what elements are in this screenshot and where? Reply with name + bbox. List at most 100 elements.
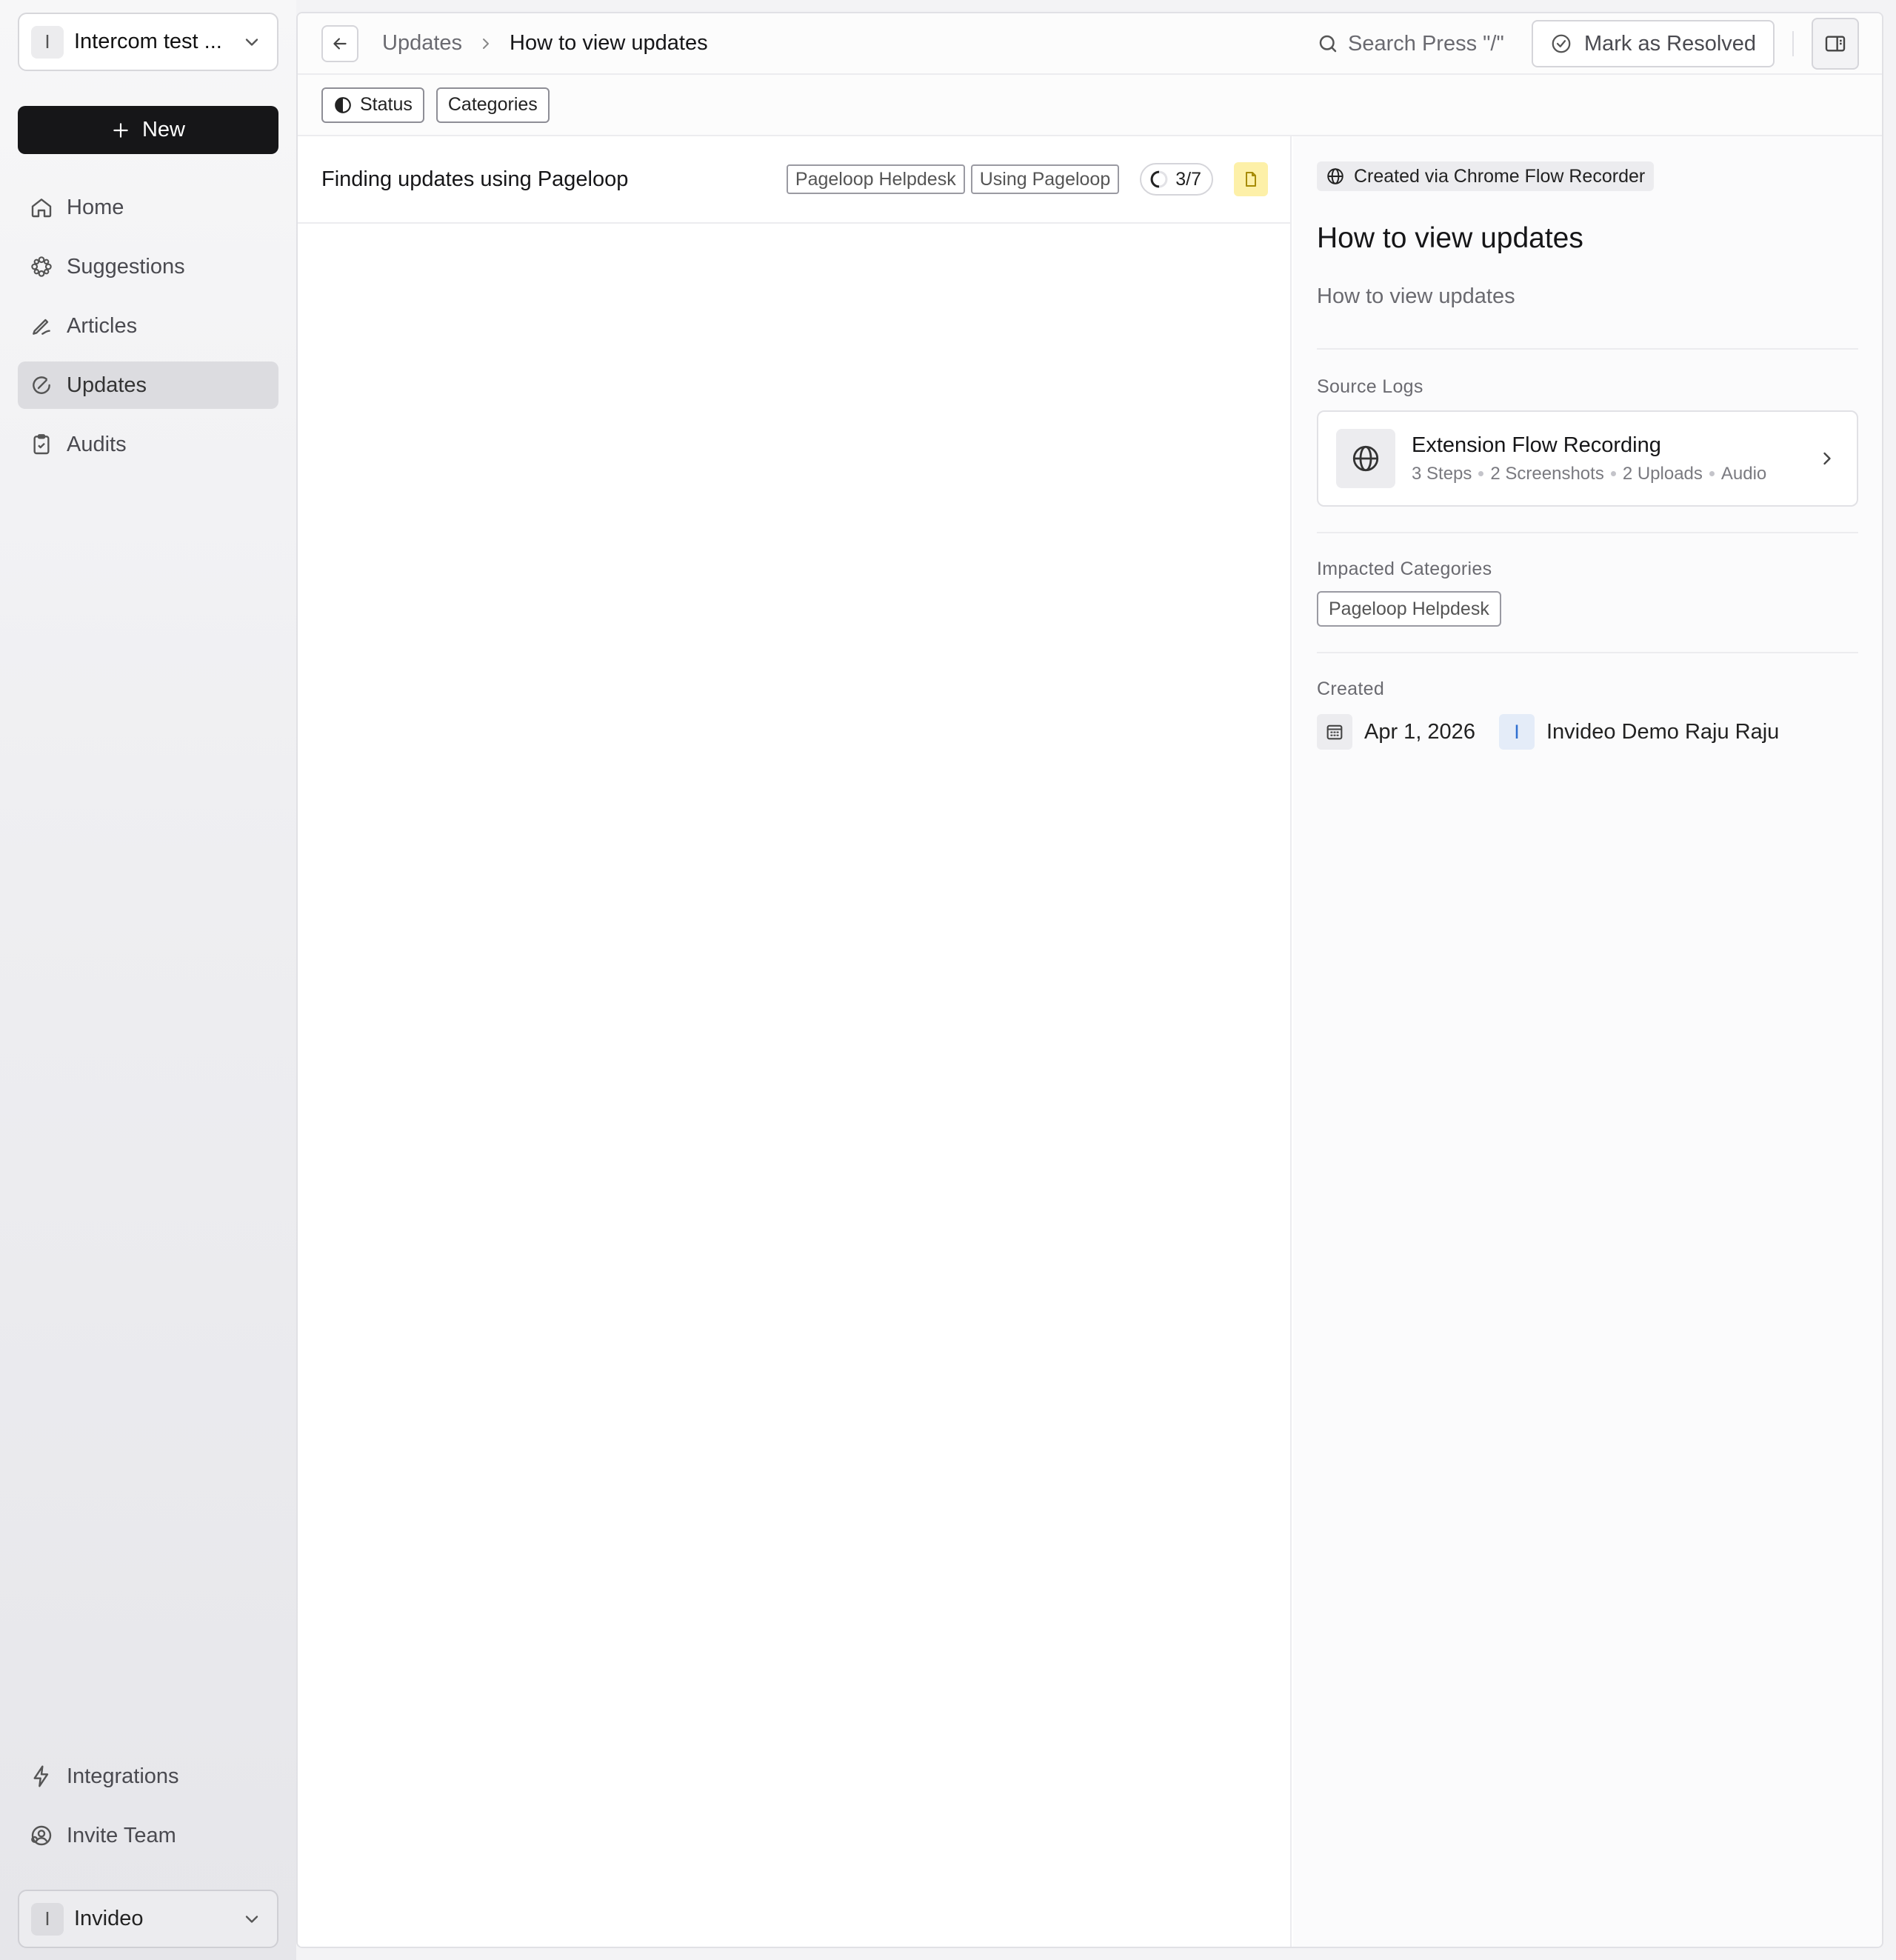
plus-icon bbox=[113, 122, 128, 138]
breadcrumb-current: How to view updates bbox=[510, 31, 708, 55]
status-filter-label: Status bbox=[360, 94, 413, 115]
chevron-right-icon bbox=[1823, 452, 1831, 465]
updates-icon bbox=[33, 376, 50, 394]
new-button-label: New bbox=[141, 118, 185, 141]
list-item[interactable]: Finding updates using Pageloop Pageloop … bbox=[298, 136, 1290, 224]
divider bbox=[1317, 532, 1858, 533]
workspace-avatar: I bbox=[31, 25, 64, 59]
clipboard-icon bbox=[33, 434, 50, 455]
toolbar-divider bbox=[1792, 31, 1794, 56]
source-log-card[interactable]: Extension Flow Recording 3 Steps 2 Scree… bbox=[1317, 410, 1858, 507]
log-meta-audio: Audio bbox=[1720, 463, 1767, 484]
status-filter[interactable]: Status bbox=[321, 87, 424, 123]
sidebar-item-label: Articles bbox=[67, 313, 138, 338]
source-badge-label: Created via Chrome Flow Recorder bbox=[1354, 165, 1646, 187]
log-text: Extension Flow Recording 3 Steps 2 Scree… bbox=[1412, 433, 1817, 484]
sidebar-item-updates[interactable]: Updates bbox=[18, 361, 278, 409]
source-badge: Created via Chrome Flow Recorder bbox=[1317, 161, 1655, 191]
divider bbox=[1317, 652, 1858, 653]
categories-filter[interactable]: Categories bbox=[435, 87, 550, 123]
sidebar-item-articles[interactable]: Articles bbox=[18, 302, 278, 350]
document-icon-badge[interactable] bbox=[1234, 162, 1268, 196]
detail-title: How to view updates bbox=[1317, 222, 1583, 254]
progress-badge: 3/7 bbox=[1140, 163, 1213, 196]
user-avatar: I bbox=[31, 1902, 64, 1936]
home-icon bbox=[31, 199, 52, 218]
main-panel: Updates How to view updates Search Press… bbox=[296, 12, 1883, 1948]
workspace-selector[interactable]: I Intercom test ... bbox=[18, 13, 278, 71]
main-nav: Home Suggestions Articles Updates Audits bbox=[18, 184, 278, 480]
source-logs-label: Source Logs bbox=[1317, 376, 1423, 397]
calendar-icon-box bbox=[1317, 714, 1352, 750]
sidebar-item-suggestions[interactable]: Suggestions bbox=[18, 243, 278, 290]
sidebar-item-label: Audits bbox=[67, 432, 127, 456]
document-icon bbox=[1246, 172, 1256, 187]
created-label: Created bbox=[1317, 679, 1385, 699]
half-circle-icon bbox=[335, 96, 351, 113]
arrow-left-icon bbox=[333, 37, 347, 50]
separator-dot bbox=[1709, 471, 1715, 476]
pen-icon bbox=[33, 319, 50, 335]
log-title: Extension Flow Recording bbox=[1412, 433, 1661, 457]
separator-dot bbox=[1478, 471, 1484, 476]
creator-avatar: I bbox=[1498, 714, 1535, 750]
toggle-panel-button[interactable] bbox=[1812, 18, 1859, 70]
secondary-nav: Integrations Invite Team bbox=[18, 1753, 278, 1871]
impacted-category-tag[interactable]: Pageloop Helpdesk bbox=[1317, 591, 1501, 627]
sidebar-panel-icon bbox=[1825, 36, 1846, 52]
created-date: Apr 1, 2026 bbox=[1364, 719, 1475, 744]
sidebar: I Intercom test ... New Home Suggestions… bbox=[0, 0, 296, 1960]
sidebar-item-label: Integrations bbox=[67, 1764, 179, 1788]
sidebar-item-label: Invite Team bbox=[67, 1823, 176, 1847]
progress-value: 3/7 bbox=[1175, 168, 1201, 190]
user-selector[interactable]: I Invideo bbox=[18, 1890, 278, 1948]
sidebar-item-invite-team[interactable]: Invite Team bbox=[18, 1812, 278, 1859]
search-button[interactable]: Search Press "/" bbox=[1317, 25, 1504, 62]
sidebar-item-label: Updates bbox=[67, 373, 147, 397]
sidebar-item-audits[interactable]: Audits bbox=[18, 421, 278, 468]
bolt-icon bbox=[33, 1765, 49, 1787]
categories-filter-label: Categories bbox=[447, 94, 538, 115]
globe-icon bbox=[1352, 445, 1379, 472]
category-tag: Pageloop Helpdesk bbox=[786, 164, 965, 194]
detail-subtitle: How to view updates bbox=[1317, 284, 1515, 308]
sidebar-item-label: Home bbox=[67, 195, 124, 219]
sidebar-item-integrations[interactable]: Integrations bbox=[18, 1753, 278, 1800]
new-button[interactable]: New bbox=[18, 106, 278, 154]
log-meta-uploads: 2 Uploads bbox=[1622, 463, 1703, 484]
search-icon bbox=[1319, 35, 1337, 53]
log-meta: 3 Steps 2 Screenshots 2 Uploads Audio bbox=[1412, 464, 1817, 484]
mark-as-resolved-button[interactable]: Mark as Resolved bbox=[1532, 20, 1775, 67]
team-icon bbox=[31, 1825, 52, 1846]
chevron-down-icon bbox=[245, 1915, 258, 1923]
separator-dot bbox=[1610, 471, 1616, 476]
chevron-right-icon bbox=[483, 38, 490, 49]
chevron-down-icon bbox=[245, 38, 258, 46]
log-meta-steps: 3 Steps bbox=[1412, 463, 1472, 484]
detail-panel: Created via Chrome Flow Recorder How to … bbox=[1293, 136, 1882, 1947]
log-meta-screenshots: 2 Screenshots bbox=[1490, 463, 1604, 484]
list-item-title: Finding updates using Pageloop bbox=[321, 167, 629, 191]
top-bar: Updates How to view updates Search Press… bbox=[298, 13, 1882, 75]
updates-list: Finding updates using Pageloop Pageloop … bbox=[298, 136, 1292, 1947]
search-label: Search Press "/" bbox=[1348, 31, 1504, 56]
sidebar-item-label: Suggestions bbox=[67, 254, 185, 279]
check-circle-icon bbox=[1552, 34, 1571, 53]
creator-name: Invideo Demo Raju Raju bbox=[1546, 719, 1780, 744]
user-name: Invideo bbox=[74, 1907, 144, 1930]
category-tag: Using Pageloop bbox=[970, 164, 1120, 194]
calendar-icon bbox=[1326, 724, 1343, 740]
impacted-categories-label: Impacted Categories bbox=[1317, 559, 1492, 579]
sparkle-icon bbox=[31, 256, 52, 277]
log-icon-box bbox=[1336, 429, 1395, 488]
filter-bar: Status Categories bbox=[298, 75, 1882, 136]
sidebar-item-home[interactable]: Home bbox=[18, 184, 278, 231]
divider bbox=[1317, 348, 1858, 350]
resolve-label: Mark as Resolved bbox=[1583, 31, 1757, 56]
globe-icon bbox=[1327, 168, 1343, 184]
progress-ring-icon bbox=[1150, 170, 1168, 188]
back-button[interactable] bbox=[321, 24, 358, 62]
workspace-name: Intercom test ... bbox=[74, 30, 222, 53]
created-row: Apr 1, 2026 I Invideo Demo Raju Raju bbox=[1317, 713, 1779, 751]
breadcrumb-parent[interactable]: Updates bbox=[382, 31, 462, 56]
